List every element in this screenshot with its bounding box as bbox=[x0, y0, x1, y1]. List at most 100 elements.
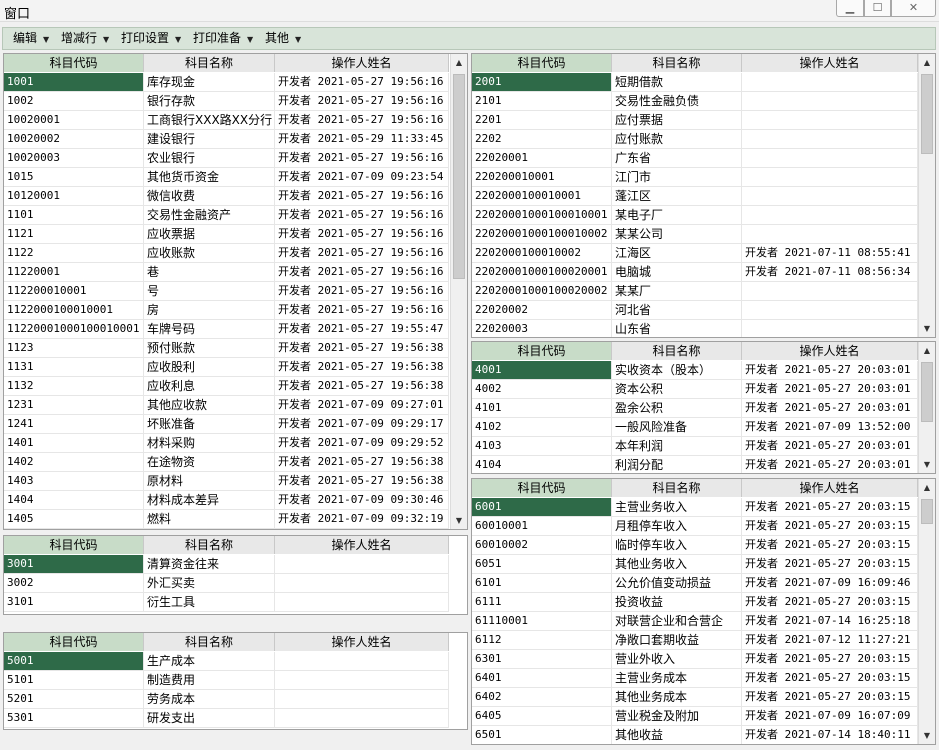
cell-name[interactable]: 电脑城 bbox=[612, 263, 742, 281]
scroll-up-icon[interactable]: ▲ bbox=[451, 54, 467, 71]
table-row[interactable]: 1131 应收股利 开发者 2021-05-27 19:56:38 bbox=[4, 358, 449, 377]
table-row[interactable]: 4101 盈余公积 开发者 2021-05-27 20:03:01 bbox=[472, 399, 918, 418]
cell-code[interactable]: 2101 bbox=[472, 92, 612, 110]
cell-code[interactable]: 4101 bbox=[472, 399, 612, 417]
table-row[interactable]: 2101 交易性金融负债 bbox=[472, 92, 918, 111]
cell-code[interactable]: 22020003 bbox=[472, 320, 612, 337]
cell-operator[interactable]: 开发者 2021-05-27 20:03:15 bbox=[742, 517, 918, 535]
cell-name[interactable]: 蓬江区 bbox=[612, 187, 742, 205]
column-header-name[interactable]: 科目名称 bbox=[144, 633, 275, 651]
cell-operator[interactable]: 开发者 2021-05-27 19:56:16 bbox=[275, 282, 449, 300]
cell-code[interactable]: 10020002 bbox=[4, 130, 144, 148]
table-row[interactable]: 2202000100010002 江海区 开发者 2021-07-11 08:55:… bbox=[472, 244, 918, 263]
cell-operator[interactable]: 开发者 2021-05-27 20:03:01 bbox=[742, 437, 918, 455]
cell-code[interactable]: 2001 bbox=[472, 73, 612, 91]
table-row[interactable]: 1405 燃料 开发者 2021-07-09 09:32:19 bbox=[4, 510, 449, 529]
minimize-icon[interactable]: ▁ bbox=[836, 0, 864, 17]
column-header-code[interactable]: 科目代码 bbox=[472, 54, 612, 72]
cell-operator[interactable]: 开发者 2021-05-27 19:56:16 bbox=[275, 92, 449, 110]
cell-code[interactable]: 2202 bbox=[472, 130, 612, 148]
cell-operator[interactable] bbox=[275, 652, 449, 670]
table-row[interactable]: 1123 预付账款 开发者 2021-05-27 19:56:38 bbox=[4, 339, 449, 358]
scroll-up-icon[interactable]: ▲ bbox=[919, 479, 935, 496]
cell-name[interactable]: 清算资金往来 bbox=[144, 555, 275, 573]
cell-operator[interactable]: 开发者 2021-05-27 19:55:47 bbox=[275, 320, 449, 338]
cell-operator[interactable] bbox=[742, 225, 918, 243]
column-header-code[interactable]: 科目代码 bbox=[4, 633, 144, 651]
cell-code[interactable]: 22020001000100020002 bbox=[472, 282, 612, 300]
cell-code[interactable]: 5201 bbox=[4, 690, 144, 708]
table-row[interactable]: 22020003 山东省 bbox=[472, 320, 918, 337]
cell-name[interactable]: 某某公司 bbox=[612, 225, 742, 243]
cell-code[interactable]: 1231 bbox=[4, 396, 144, 414]
cell-code[interactable]: 6501 bbox=[472, 726, 612, 744]
cell-code[interactable]: 1403 bbox=[4, 472, 144, 490]
table-row[interactable]: 1101 交易性金融资产 开发者 2021-05-27 19:56:16 bbox=[4, 206, 449, 225]
table-row[interactable]: 11220001000100010001 车牌号码 开发者 2021-05-27 1… bbox=[4, 320, 449, 339]
table-row[interactable]: 4102 一般风险准备 开发者 2021-07-09 13:52:00 bbox=[472, 418, 918, 437]
cell-operator[interactable]: 开发者 2021-07-09 09:29:17 bbox=[275, 415, 449, 433]
table-row[interactable]: 6112 净敞口套期收益 开发者 2021-07-12 11:27:21 bbox=[472, 631, 918, 650]
cell-name[interactable]: 建设银行 bbox=[144, 130, 275, 148]
table-row[interactable]: 10120001 微信收费 开发者 2021-05-27 19:56:16 bbox=[4, 187, 449, 206]
cell-operator[interactable] bbox=[742, 282, 918, 300]
table-row[interactable]: 1402 在途物资 开发者 2021-05-27 19:56:38 bbox=[4, 453, 449, 472]
cell-code[interactable]: 5301 bbox=[4, 709, 144, 727]
cell-operator[interactable]: 开发者 2021-05-27 19:56:16 bbox=[275, 263, 449, 281]
cell-operator[interactable]: 开发者 2021-07-09 09:23:54 bbox=[275, 168, 449, 186]
cell-code[interactable]: 6112 bbox=[472, 631, 612, 649]
table-row[interactable]: 1122 应收账款 开发者 2021-05-27 19:56:16 bbox=[4, 244, 449, 263]
cell-name[interactable]: 银行存款 bbox=[144, 92, 275, 110]
common-grid[interactable]: 科目代码 科目名称 操作人姓名 3001 清算资金往来 3002 外汇买卖 3101 衍生工具 bbox=[3, 535, 468, 615]
cell-operator[interactable]: 开发者 2021-07-11 08:56:34 bbox=[742, 263, 918, 281]
cell-name[interactable]: 临时停车收入 bbox=[612, 536, 742, 554]
cell-name[interactable]: 交易性金融负债 bbox=[612, 92, 742, 110]
table-row[interactable]: 6402 其他业务成本 开发者 2021-05-27 20:03:15 bbox=[472, 688, 918, 707]
menu-print-prepare[interactable]: 打印准备 ▼ bbox=[193, 28, 253, 49]
maximize-icon[interactable]: ☐ bbox=[864, 0, 891, 17]
cell-name[interactable]: 一般风险准备 bbox=[612, 418, 742, 436]
cell-name[interactable]: 巷 bbox=[144, 263, 275, 281]
cell-name[interactable]: 山东省 bbox=[612, 320, 742, 337]
column-header-code[interactable]: 科目代码 bbox=[472, 479, 612, 497]
cell-code[interactable]: 10020003 bbox=[4, 149, 144, 167]
scroll-down-icon[interactable]: ▼ bbox=[451, 512, 467, 529]
cell-name[interactable]: 制造费用 bbox=[144, 671, 275, 689]
cell-name[interactable]: 净敞口套期收益 bbox=[612, 631, 742, 649]
table-row[interactable]: 1231 其他应收款 开发者 2021-07-09 09:27:01 bbox=[4, 396, 449, 415]
cell-operator[interactable]: 开发者 2021-05-27 19:56:38 bbox=[275, 339, 449, 357]
table-row[interactable]: 3001 清算资金往来 bbox=[4, 555, 449, 574]
cell-operator[interactable]: 开发者 2021-05-27 20:03:01 bbox=[742, 456, 918, 473]
cell-code[interactable]: 11220001000100010001 bbox=[4, 320, 144, 338]
cell-operator[interactable]: 开发者 2021-07-14 16:25:18 bbox=[742, 612, 918, 630]
cell-code[interactable]: 22020001000100010001 bbox=[472, 206, 612, 224]
cell-name[interactable]: 公允价值变动损益 bbox=[612, 574, 742, 592]
liabilities-grid[interactable]: 科目代码 科目名称 操作人姓名 2001 短期借款 2101 交易性金融负债 2201 应付票据… bbox=[471, 53, 936, 338]
table-row[interactable]: 6301 营业外收入 开发者 2021-05-27 20:03:15 bbox=[472, 650, 918, 669]
cell-name[interactable]: 应收股利 bbox=[144, 358, 275, 376]
column-header-name[interactable]: 科目名称 bbox=[144, 54, 275, 72]
table-row[interactable]: 6001 主营业务收入 开发者 2021-05-27 20:03:15 bbox=[472, 498, 918, 517]
cell-name[interactable]: 营业外收入 bbox=[612, 650, 742, 668]
cell-name[interactable]: 营业税金及附加 bbox=[612, 707, 742, 725]
cell-name[interactable]: 其他货币资金 bbox=[144, 168, 275, 186]
cell-code[interactable]: 2201 bbox=[472, 111, 612, 129]
cell-code[interactable]: 1402 bbox=[4, 453, 144, 471]
cell-name[interactable]: 在途物资 bbox=[144, 453, 275, 471]
cell-operator[interactable]: 开发者 2021-05-27 20:03:15 bbox=[742, 555, 918, 573]
table-row[interactable]: 6111 投资收益 开发者 2021-05-27 20:03:15 bbox=[472, 593, 918, 612]
cell-name[interactable]: 生产成本 bbox=[144, 652, 275, 670]
column-header-operator[interactable]: 操作人姓名 bbox=[742, 342, 918, 360]
table-row[interactable]: 61110001 对联营企业和合营企 开发者 2021-07-14 16:25:18 bbox=[472, 612, 918, 631]
table-row[interactable]: 22020001 广东省 bbox=[472, 149, 918, 168]
cell-operator[interactable]: 开发者 2021-05-27 19:56:16 bbox=[275, 244, 449, 262]
cell-operator[interactable] bbox=[275, 709, 449, 727]
cell-operator[interactable]: 开发者 2021-07-09 09:27:01 bbox=[275, 396, 449, 414]
cell-operator[interactable]: 开发者 2021-05-27 19:56:16 bbox=[275, 301, 449, 319]
table-row[interactable]: 2001 短期借款 bbox=[472, 73, 918, 92]
cell-name[interactable]: 投资收益 bbox=[612, 593, 742, 611]
cell-operator[interactable] bbox=[742, 168, 918, 186]
cell-operator[interactable]: 开发者 2021-07-09 13:52:00 bbox=[742, 418, 918, 436]
cell-operator[interactable]: 开发者 2021-05-27 20:03:15 bbox=[742, 688, 918, 706]
table-row[interactable]: 10020001 工商银行XXX路XX分行 开发者 2021-05-27 19:56… bbox=[4, 111, 449, 130]
